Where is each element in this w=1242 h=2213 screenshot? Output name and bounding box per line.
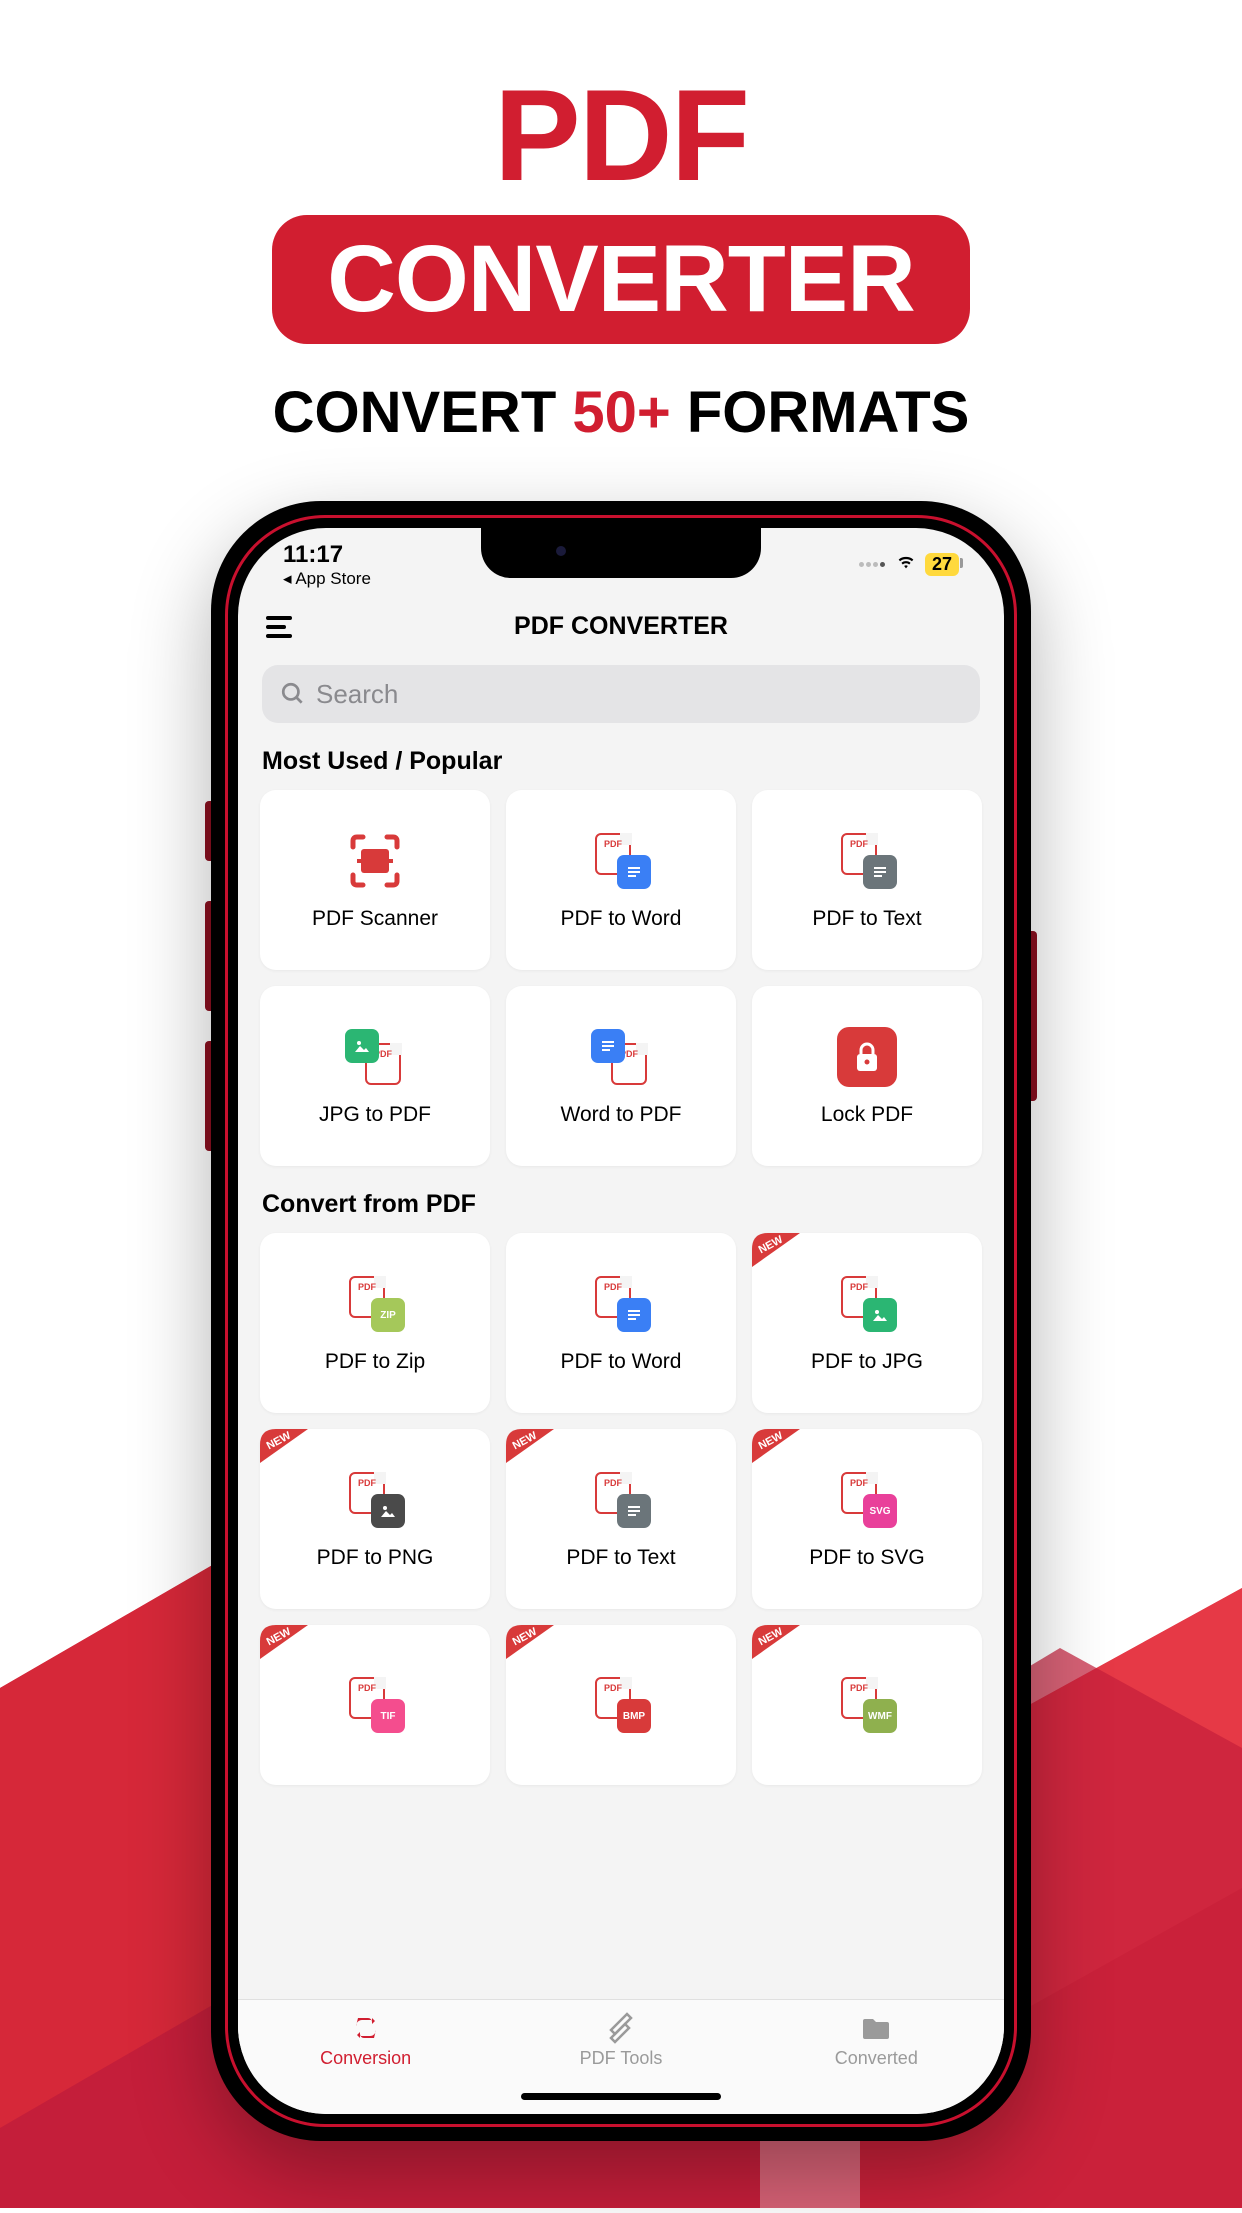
tile-pdf-to-bmp[interactable]: NEW BMP bbox=[506, 1625, 736, 1785]
tab-conversion[interactable]: Conversion bbox=[238, 2000, 493, 2114]
hero-pill: CONVERTER bbox=[272, 215, 969, 344]
tab-converted[interactable]: Converted bbox=[749, 2000, 1004, 2114]
phone-screen: 11:17 ◂ App Store 27 PDF CONVERTER Searc… bbox=[238, 528, 1004, 2114]
tile-pdf-to-zip[interactable]: ZIP PDF to Zip bbox=[260, 1233, 490, 1413]
tools-icon bbox=[605, 2012, 637, 2044]
scanner-icon bbox=[343, 829, 407, 893]
cellular-icon bbox=[859, 562, 885, 567]
conversion-icon bbox=[350, 2012, 382, 2044]
new-badge: NEW bbox=[260, 1429, 316, 1469]
tile-pdf-to-png[interactable]: NEW PDF to PNG bbox=[260, 1429, 490, 1609]
tile-pdf-to-text-2[interactable]: NEW PDF to Text bbox=[506, 1429, 736, 1609]
tile-pdf-to-svg[interactable]: NEW SVG PDF to SVG bbox=[752, 1429, 982, 1609]
hero-subtitle: CONVERT 50+ FORMATS bbox=[0, 379, 1242, 446]
new-badge: NEW bbox=[752, 1625, 808, 1665]
pdf-png-icon bbox=[343, 1468, 407, 1532]
home-indicator[interactable] bbox=[521, 2093, 721, 2100]
pdf-svg-icon: SVG bbox=[835, 1468, 899, 1532]
wifi-icon bbox=[895, 550, 917, 579]
pdf-zip-icon: ZIP bbox=[343, 1272, 407, 1336]
tile-pdf-to-tif[interactable]: NEW TIF bbox=[260, 1625, 490, 1785]
pdf-wmf-icon: WMF bbox=[835, 1673, 899, 1737]
search-icon bbox=[280, 681, 306, 707]
new-badge: NEW bbox=[506, 1625, 562, 1665]
new-badge: NEW bbox=[506, 1429, 562, 1469]
status-back-appstore[interactable]: ◂ App Store bbox=[283, 570, 371, 589]
hero-title: PDF bbox=[0, 60, 1242, 210]
tile-pdf-scanner[interactable]: PDF Scanner bbox=[260, 790, 490, 970]
pdf-jpg-icon bbox=[835, 1272, 899, 1336]
app-header: PDF CONVERTER bbox=[238, 598, 1004, 651]
section-title-from-pdf: Convert from PDF bbox=[238, 1166, 1004, 1233]
tile-pdf-to-word-2[interactable]: PDF to Word bbox=[506, 1233, 736, 1413]
tile-lock-pdf[interactable]: Lock PDF bbox=[752, 986, 982, 1166]
tile-pdf-to-text[interactable]: PDF to Text bbox=[752, 790, 982, 970]
new-badge: NEW bbox=[752, 1233, 808, 1273]
search-placeholder: Search bbox=[316, 679, 398, 710]
tile-pdf-to-word[interactable]: PDF to Word bbox=[506, 790, 736, 970]
pdf-bmp-icon: BMP bbox=[589, 1673, 653, 1737]
pdf-tif-icon: TIF bbox=[343, 1673, 407, 1737]
lock-icon bbox=[835, 1025, 899, 1089]
word-pdf-icon bbox=[589, 1025, 653, 1089]
pdf-word-icon bbox=[589, 1272, 653, 1336]
new-badge: NEW bbox=[260, 1625, 316, 1665]
folder-icon bbox=[860, 2012, 892, 2044]
tile-jpg-to-pdf[interactable]: JPG to PDF bbox=[260, 986, 490, 1166]
pdf-text-icon bbox=[589, 1468, 653, 1532]
pdf-text-icon bbox=[835, 829, 899, 893]
status-time: 11:17 bbox=[283, 542, 371, 568]
pdf-word-icon bbox=[589, 829, 653, 893]
grid-from-pdf: ZIP PDF to Zip PDF to Word NEW PDF to JP… bbox=[238, 1233, 1004, 1785]
tile-pdf-to-jpg[interactable]: NEW PDF to JPG bbox=[752, 1233, 982, 1413]
hero: PDF CONVERTER CONVERT 50+ FORMATS bbox=[0, 0, 1242, 446]
notch bbox=[481, 528, 761, 578]
search-input[interactable]: Search bbox=[262, 665, 980, 723]
grid-popular: PDF Scanner PDF to Word PDF to Text JPG … bbox=[238, 790, 1004, 1166]
new-badge: NEW bbox=[752, 1429, 808, 1469]
tile-pdf-to-wmf[interactable]: NEW WMF bbox=[752, 1625, 982, 1785]
phone-frame: 11:17 ◂ App Store 27 PDF CONVERTER Searc… bbox=[211, 501, 1031, 2141]
tab-bar: Conversion PDF Tools Converted bbox=[238, 1999, 1004, 2114]
jpg-pdf-icon bbox=[343, 1025, 407, 1089]
app-title: PDF CONVERTER bbox=[266, 612, 976, 641]
battery-indicator: 27 bbox=[925, 553, 959, 576]
section-title-popular: Most Used / Popular bbox=[238, 723, 1004, 790]
tile-word-to-pdf[interactable]: Word to PDF bbox=[506, 986, 736, 1166]
